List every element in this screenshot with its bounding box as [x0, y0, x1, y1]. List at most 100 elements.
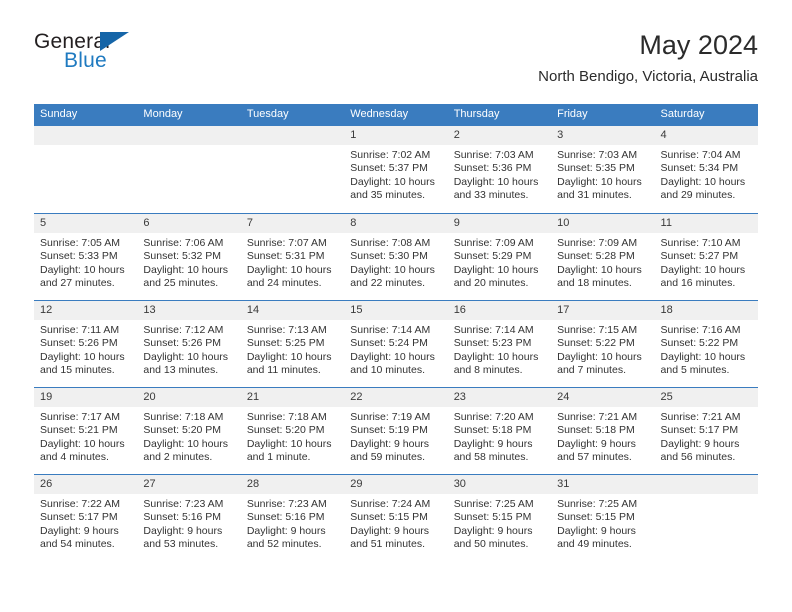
daylight-hours-text: Daylight: 9 hours	[557, 437, 636, 450]
day-details: Sunrise: 7:17 AM Sunset: 5:21 PM Daylight:…	[34, 407, 137, 465]
calendar-day-cell[interactable]: 24 Sunrise: 7:21 AM Sunset: 5:18 PM Dayligh…	[551, 388, 655, 474]
day-details: Sunrise: 7:15 AM Sunset: 5:22 PM Daylight:…	[551, 320, 654, 378]
daylight-minutes-text: and 33 minutes.	[453, 189, 529, 202]
calendar-day-cell[interactable]: 11 Sunrise: 7:10 AM Sunset: 5:27 PM Dayligh…	[654, 214, 758, 300]
day-details: Sunrise: 7:23 AM Sunset: 5:16 PM Daylight:…	[137, 494, 240, 552]
calendar-day-cell[interactable]: 21 Sunrise: 7:18 AM Sunset: 5:20 PM Dayligh…	[240, 388, 345, 474]
sunset-text: Sunset: 5:28 PM	[557, 250, 635, 263]
day-number: 27	[137, 475, 241, 494]
calendar-day-cell[interactable]: 29 Sunrise: 7:24 AM Sunset: 5:15 PM Dayligh…	[344, 475, 448, 561]
sunrise-text: Sunrise: 7:18 AM	[246, 411, 327, 423]
calendar-day-cell[interactable]: 22 Sunrise: 7:19 AM Sunset: 5:19 PM Dayligh…	[344, 388, 448, 474]
sunset-text: Sunset: 5:19 PM	[350, 424, 428, 437]
calendar-day-cell[interactable]: 13 Sunrise: 7:12 AM Sunset: 5:26 PM Dayligh…	[137, 301, 241, 387]
weekday-header-sunday: Sunday	[40, 108, 78, 120]
calendar-day-cell[interactable]: 17 Sunrise: 7:15 AM Sunset: 5:22 PM Dayligh…	[551, 301, 655, 387]
sunrise-text: Sunrise: 7:21 AM	[660, 411, 741, 423]
sunrise-text: Sunrise: 7:02 AM	[350, 149, 431, 161]
calendar-day-cell[interactable]: 6 Sunrise: 7:06 AM Sunset: 5:32 PM Daylight…	[137, 214, 241, 300]
day-details: Sunrise: 7:19 AM Sunset: 5:19 PM Daylight:…	[344, 407, 447, 465]
calendar-day-cell[interactable]: 2 Sunrise: 7:03 AM Sunset: 5:36 PM Daylight…	[447, 126, 552, 213]
sunset-text: Sunset: 5:18 PM	[453, 424, 532, 437]
calendar-cell-empty	[240, 126, 345, 213]
calendar-day-cell[interactable]: 4 Sunrise: 7:04 AM Sunset: 5:34 PM Daylight…	[654, 126, 758, 213]
calendar-day-cell[interactable]: 12 Sunrise: 7:11 AM Sunset: 5:26 PM Dayligh…	[34, 301, 138, 387]
calendar-day-cell[interactable]: 16 Sunrise: 7:14 AM Sunset: 5:23 PM Dayligh…	[447, 301, 552, 387]
daylight-minutes-text: and 11 minutes.	[246, 364, 321, 377]
weekday-header-friday: Friday	[557, 108, 588, 120]
sunrise-text: Sunrise: 7:04 AM	[660, 149, 741, 161]
calendar-day-cell[interactable]: 10 Sunrise: 7:09 AM Sunset: 5:28 PM Dayligh…	[551, 214, 655, 300]
sunset-text: Sunset: 5:16 PM	[246, 511, 325, 524]
day-number: 23	[447, 388, 552, 407]
sunrise-text: Sunrise: 7:14 AM	[453, 324, 534, 336]
daylight-minutes-text: and 25 minutes.	[143, 277, 219, 290]
day-details: Sunrise: 7:05 AM Sunset: 5:33 PM Daylight:…	[34, 233, 137, 291]
sunset-text: Sunset: 5:26 PM	[143, 337, 222, 350]
calendar-day-cell[interactable]: 8 Sunrise: 7:08 AM Sunset: 5:30 PM Daylight…	[344, 214, 448, 300]
calendar-day-cell[interactable]: 30 Sunrise: 7:25 AM Sunset: 5:15 PM Dayligh…	[447, 475, 552, 561]
sunset-text: Sunset: 5:24 PM	[350, 337, 428, 350]
daylight-minutes-text: and 31 minutes.	[557, 189, 632, 202]
day-number: 12	[34, 301, 138, 320]
calendar-grid: Sunday Monday Tuesday Wednesday Thursday Frid…	[34, 104, 758, 561]
calendar-day-cell[interactable]: 15 Sunrise: 7:14 AM Sunset: 5:24 PM Dayligh…	[344, 301, 448, 387]
day-details: Sunrise: 7:07 AM Sunset: 5:31 PM Daylight:…	[241, 233, 344, 291]
day-number: 4	[654, 126, 758, 145]
calendar-day-cell[interactable]: 3 Sunrise: 7:03 AM Sunset: 5:35 PM Daylight…	[551, 126, 655, 213]
sunrise-text: Sunrise: 7:08 AM	[350, 237, 431, 249]
calendar-day-cell[interactable]: 31 Sunrise: 7:25 AM Sunset: 5:15 PM Dayligh…	[551, 475, 655, 561]
calendar-day-cell[interactable]: 5 Sunrise: 7:05 AM Sunset: 5:33 PM Daylight…	[34, 214, 138, 300]
calendar-day-cell[interactable]: 1 Sunrise: 7:02 AM Sunset: 5:37 PM Daylight…	[344, 126, 448, 213]
daylight-hours-text: Daylight: 9 hours	[453, 437, 533, 450]
calendar-day-cell[interactable]: 18 Sunrise: 7:16 AM Sunset: 5:22 PM Dayligh…	[654, 301, 758, 387]
weekday-header-row: Sunday Monday Tuesday Wednesday Thursday Frid…	[34, 104, 758, 126]
sunset-text: Sunset: 5:35 PM	[557, 162, 635, 175]
calendar-day-cell[interactable]: 26 Sunrise: 7:22 AM Sunset: 5:17 PM Dayligh…	[34, 475, 138, 561]
daylight-hours-text: Daylight: 10 hours	[350, 263, 435, 276]
sunset-text: Sunset: 5:17 PM	[40, 511, 118, 524]
daylight-minutes-text: and 4 minutes.	[40, 451, 109, 464]
weekday-header-tuesday: Tuesday	[246, 108, 289, 120]
day-details: Sunrise: 7:23 AM Sunset: 5:16 PM Daylight:…	[241, 494, 344, 552]
day-details: Sunrise: 7:02 AM Sunset: 5:37 PM Daylight:…	[344, 145, 447, 203]
day-number: 8	[344, 214, 448, 233]
calendar-day-cell[interactable]: 28 Sunrise: 7:23 AM Sunset: 5:16 PM Dayligh…	[240, 475, 345, 561]
daylight-minutes-text: and 35 minutes.	[350, 189, 425, 202]
sunset-text: Sunset: 5:30 PM	[350, 250, 428, 263]
calendar-day-cell[interactable]: 19 Sunrise: 7:17 AM Sunset: 5:21 PM Dayligh…	[34, 388, 138, 474]
day-details: Sunrise: 7:21 AM Sunset: 5:17 PM Daylight:…	[655, 407, 758, 465]
day-number: 26	[34, 475, 138, 494]
calendar-day-cell[interactable]: 7 Sunrise: 7:07 AM Sunset: 5:31 PM Daylight…	[240, 214, 345, 300]
day-details: Sunrise: 7:21 AM Sunset: 5:18 PM Daylight:…	[551, 407, 654, 465]
day-details	[34, 145, 137, 149]
calendar-cell-empty	[137, 126, 241, 213]
calendar-day-cell[interactable]: 25 Sunrise: 7:21 AM Sunset: 5:17 PM Dayligh…	[654, 388, 758, 474]
calendar-day-cell[interactable]: 14 Sunrise: 7:13 AM Sunset: 5:25 PM Dayligh…	[240, 301, 345, 387]
daylight-minutes-text: and 8 minutes.	[453, 364, 523, 377]
calendar-page: General Blue May 2024 North Bendigo, Vic…	[0, 0, 792, 612]
sunset-text: Sunset: 5:17 PM	[660, 424, 739, 437]
day-number: 31	[551, 475, 655, 494]
sunrise-text: Sunrise: 7:19 AM	[350, 411, 431, 423]
daylight-minutes-text: and 50 minutes.	[453, 538, 529, 551]
title-block: May 2024 North Bendigo, Victoria, Austra…	[538, 28, 758, 86]
sunset-text: Sunset: 5:25 PM	[246, 337, 325, 350]
day-number: 18	[654, 301, 758, 320]
sunrise-text: Sunrise: 7:23 AM	[246, 498, 327, 510]
day-details: Sunrise: 7:09 AM Sunset: 5:29 PM Daylight:…	[448, 233, 551, 291]
calendar-day-cell[interactable]: 20 Sunrise: 7:18 AM Sunset: 5:20 PM Dayligh…	[137, 388, 241, 474]
daylight-hours-text: Daylight: 9 hours	[246, 524, 326, 537]
day-number: 9	[447, 214, 552, 233]
daylight-minutes-text: and 2 minutes.	[143, 451, 213, 464]
calendar-day-cell[interactable]: 23 Sunrise: 7:20 AM Sunset: 5:18 PM Dayligh…	[447, 388, 552, 474]
sunset-text: Sunset: 5:29 PM	[453, 250, 532, 263]
calendar-week-row: 5 Sunrise: 7:05 AM Sunset: 5:33 PM Daylight…	[34, 213, 758, 300]
calendar-day-cell[interactable]: 9 Sunrise: 7:09 AM Sunset: 5:29 PM Daylight…	[447, 214, 552, 300]
sunset-text: Sunset: 5:36 PM	[453, 162, 532, 175]
sunset-text: Sunset: 5:27 PM	[660, 250, 739, 263]
calendar-day-cell[interactable]: 27 Sunrise: 7:23 AM Sunset: 5:16 PM Dayligh…	[137, 475, 241, 561]
general-blue-logo[interactable]: General Blue	[34, 30, 254, 86]
daylight-hours-text: Daylight: 10 hours	[246, 350, 332, 363]
day-number	[137, 126, 241, 145]
